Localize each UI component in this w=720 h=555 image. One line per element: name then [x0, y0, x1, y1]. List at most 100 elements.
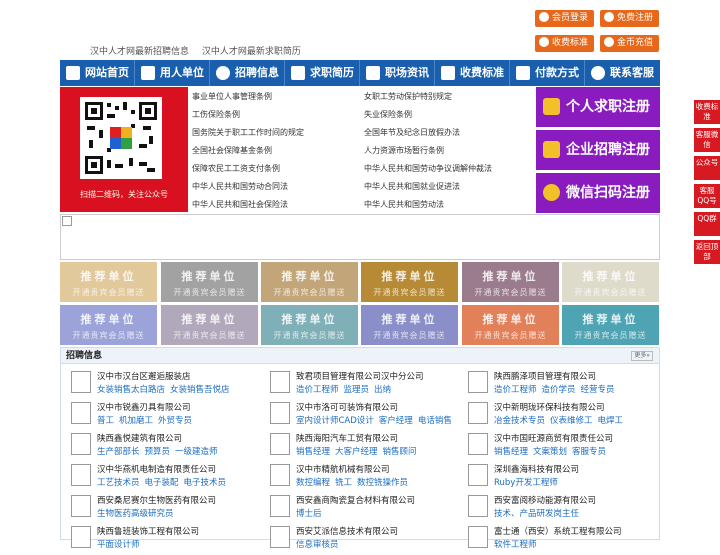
company-logo[interactable] — [71, 495, 91, 517]
job-link[interactable]: 预算员 — [145, 447, 171, 457]
company-name[interactable]: 陕西鑫悦建筑有限公司 — [97, 432, 182, 444]
job-link[interactable]: 文案策划 — [533, 447, 567, 457]
law-link[interactable]: 全国年节及纪念日放假办法 — [364, 127, 460, 138]
recommended-unit-tile[interactable]: 推荐单位 开通贵宾会员赠送 — [562, 305, 659, 345]
side-button[interactable]: 收费标准 — [694, 100, 720, 124]
company-name[interactable]: 陕西鹏泽项目管理有限公司 — [494, 370, 596, 382]
tagline-resumes-link[interactable]: 汉中人才网最新求职简历 — [202, 47, 301, 57]
company-register-button[interactable]: 企业招聘注册 — [536, 130, 660, 170]
law-link[interactable]: 女职工劳动保护特别规定 — [364, 91, 452, 102]
job-link[interactable]: Ruby开发工程师 — [494, 478, 558, 488]
company-logo[interactable] — [468, 371, 488, 393]
company-logo[interactable] — [468, 464, 488, 486]
company-name[interactable]: 汉中华燕机电制造有限责任公司 — [97, 463, 216, 475]
law-link[interactable]: 保障农民工工资支付条例 — [192, 163, 280, 174]
fees-button[interactable]: 收费标准 — [535, 35, 595, 52]
recommended-unit-tile[interactable]: 推荐单位 开通贵宾会员赠送 — [261, 262, 358, 302]
company-name[interactable]: 陕西鲁班装饰工程有限公司 — [97, 525, 199, 537]
job-link[interactable]: 仪表维修工 — [550, 416, 593, 426]
tagline-jobs-link[interactable]: 汉中人才网最新招聘信息 — [90, 47, 189, 57]
company-name[interactable]: 汉中市锐鑫刃具有限公司 — [97, 401, 191, 413]
company-name[interactable]: 汉中市精航机械有限公司 — [296, 463, 390, 475]
company-name[interactable]: 致君项目管理有限公司汉中分公司 — [296, 370, 424, 382]
company-logo[interactable] — [270, 402, 290, 424]
recommended-unit-tile[interactable]: 推荐单位 开通贵宾会员赠送 — [161, 305, 258, 345]
company-logo[interactable] — [468, 433, 488, 455]
company-logo[interactable] — [270, 371, 290, 393]
job-link[interactable]: 电焊工 — [598, 416, 624, 426]
job-link[interactable]: 客户经理 — [379, 416, 413, 426]
company-name[interactable]: 深圳鑫海科技有限公司 — [494, 463, 579, 475]
recommended-unit-tile[interactable]: 推荐单位 开通贵宾会员赠送 — [361, 262, 458, 302]
company-name[interactable]: 陕西海阳汽车工贸有限公司 — [296, 432, 398, 444]
job-link[interactable]: 数控编程 — [296, 478, 330, 488]
job-link[interactable]: 室内设计师CAD设计 — [296, 416, 374, 426]
company-logo[interactable] — [71, 433, 91, 455]
side-button[interactable]: QQ群 — [694, 212, 720, 236]
company-name[interactable]: 汉中市汉台区邂逅服装店 — [97, 370, 191, 382]
company-logo[interactable] — [71, 402, 91, 424]
ad-banner[interactable] — [60, 214, 660, 260]
company-logo[interactable] — [71, 371, 91, 393]
job-link[interactable]: 平面设计师 — [97, 540, 140, 550]
company-name[interactable]: 富士通（西安）系统工程有限公司 — [494, 525, 622, 537]
company-logo[interactable] — [270, 433, 290, 455]
job-link[interactable]: 女装销售太白路店 — [97, 385, 165, 395]
job-link[interactable]: 技术、产品研发岗主任 — [494, 509, 579, 519]
law-link[interactable]: 中华人民共和国就业促进法 — [364, 181, 460, 192]
law-link[interactable]: 事业单位人事管理条例 — [192, 91, 272, 102]
company-logo[interactable] — [270, 495, 290, 517]
job-link[interactable]: 电子技术员 — [184, 478, 227, 488]
company-logo[interactable] — [468, 495, 488, 517]
job-link[interactable]: 客服专员 — [572, 447, 606, 457]
job-link[interactable]: 监理员 — [344, 385, 370, 395]
law-link[interactable]: 国务院关于职工工作时间的规定 — [192, 127, 304, 138]
company-logo[interactable] — [468, 402, 488, 424]
law-link[interactable]: 中华人民共和国劳动法 — [364, 199, 444, 210]
company-name[interactable]: 汉中市国旺源商贸有限责任公司 — [494, 432, 613, 444]
job-link[interactable]: 电话销售 — [418, 416, 452, 426]
nav-payment[interactable]: 付款方式 — [510, 60, 584, 86]
job-link[interactable]: 大客户经理 — [335, 447, 378, 457]
job-link[interactable]: 生物医药高级研究员 — [97, 509, 174, 519]
job-link[interactable]: 造价工程师 — [494, 385, 537, 395]
company-logo[interactable] — [270, 464, 290, 486]
wechat-register-button[interactable]: 微信扫码注册 — [536, 173, 660, 213]
company-name[interactable]: 西安桑尼赛尔生物医药有限公司 — [97, 494, 216, 506]
company-logo[interactable] — [468, 526, 488, 548]
job-link[interactable]: 铣工 — [335, 478, 352, 488]
login-button[interactable]: 会员登录 — [535, 10, 595, 27]
job-link[interactable]: 机加磨工 — [119, 416, 153, 426]
job-link[interactable]: 数控铣操作员 — [357, 478, 408, 488]
side-button[interactable]: 返回顶部 — [694, 240, 720, 264]
job-link[interactable]: 博士后 — [296, 509, 322, 519]
nav-employers[interactable]: 用人单位 — [135, 60, 209, 86]
job-link[interactable]: 销售经理 — [296, 447, 330, 457]
law-link[interactable]: 工伤保险条例 — [192, 109, 240, 120]
company-name[interactable]: 西安富阅移动能源有限公司 — [494, 494, 596, 506]
company-name[interactable]: 汉中市洛可可装饰有限公司 — [296, 401, 398, 413]
company-name[interactable]: 汉中新明珑环保科技有限公司 — [494, 401, 605, 413]
nav-home[interactable]: 网站首页 — [60, 60, 134, 86]
job-link[interactable]: 一级建造师 — [175, 447, 218, 457]
side-button[interactable]: 公众号 — [694, 156, 720, 180]
recharge-button[interactable]: 金币充值 — [600, 35, 660, 52]
recommended-unit-tile[interactable]: 推荐单位 开通贵宾会员赠送 — [361, 305, 458, 345]
law-link[interactable]: 中华人民共和国劳动合同法 — [192, 181, 288, 192]
nav-resumes[interactable]: 求职简历 — [285, 60, 359, 86]
nav-news[interactable]: 职场资讯 — [360, 60, 434, 86]
recommended-unit-tile[interactable]: 推荐单位 开通贵宾会员赠送 — [261, 305, 358, 345]
law-link[interactable]: 中华人民共和国劳动争议调解仲裁法 — [364, 163, 492, 174]
job-link[interactable]: 外贸专员 — [158, 416, 192, 426]
job-link[interactable]: 冶金技术专员 — [494, 416, 545, 426]
company-logo[interactable] — [270, 526, 290, 548]
job-link[interactable]: 信息审核员 — [296, 540, 339, 550]
law-link[interactable]: 失业保险条例 — [364, 109, 412, 120]
personal-register-button[interactable]: 个人求职注册 — [536, 87, 660, 127]
law-link[interactable]: 人力资源市场暂行条例 — [364, 145, 444, 156]
company-logo[interactable] — [71, 464, 91, 486]
job-link[interactable]: 软件工程师 — [494, 540, 537, 550]
job-link[interactable]: 造价学员 — [542, 385, 576, 395]
law-link[interactable]: 全国社会保障基金条例 — [192, 145, 272, 156]
side-button[interactable]: 客服QQ号 — [694, 184, 720, 208]
